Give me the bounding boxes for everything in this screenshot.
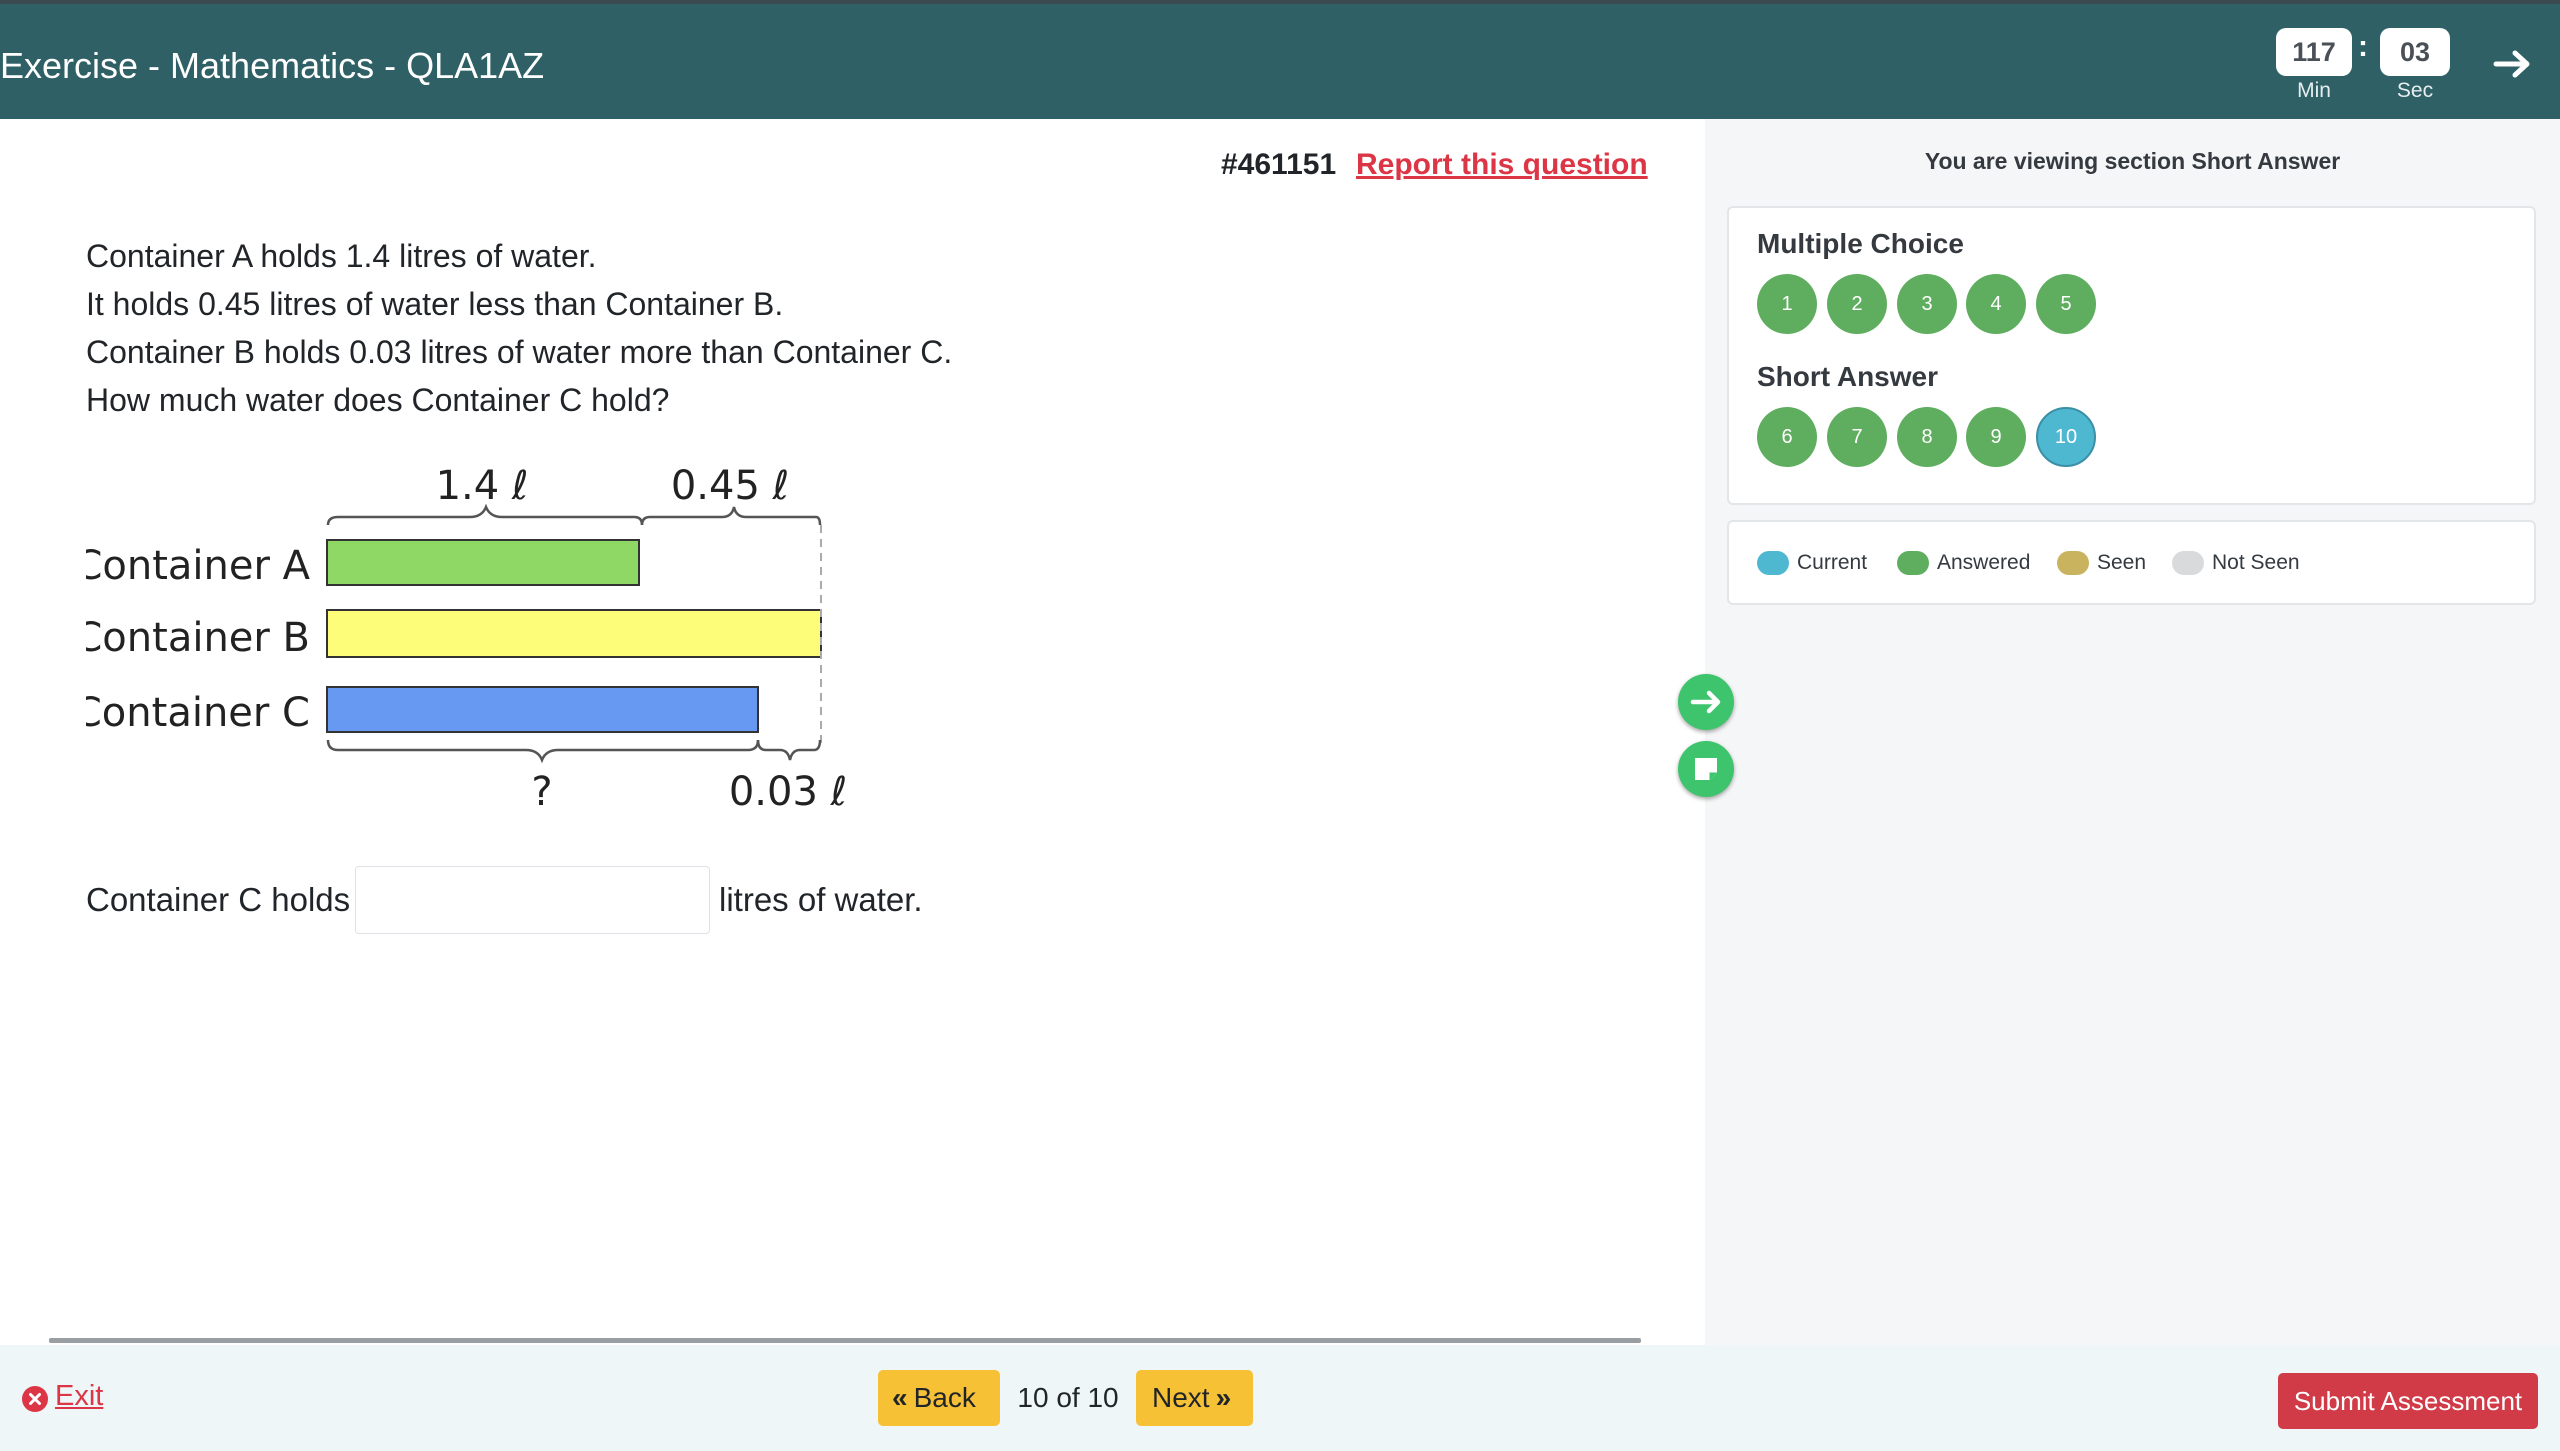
legend-label: Answered	[1937, 551, 2031, 574]
double-chevron-left-icon: «	[892, 1382, 908, 1413]
question-line: Container A holds 1.4 litres of water.	[86, 238, 597, 274]
legend-label: Seen	[2097, 551, 2147, 574]
question-line: It holds 0.45 litres of water less than …	[86, 286, 784, 322]
legend-seen: Seen	[2057, 551, 2146, 575]
label-container-a: Container A	[86, 543, 311, 589]
legend-current: Current	[1757, 551, 1867, 575]
question-line: How much water does Container C hold?	[86, 382, 670, 418]
top-left-value: 1.4 ℓ	[436, 463, 529, 509]
legend-label: Not Seen	[2212, 551, 2300, 574]
report-question-link[interactable]: Report this question	[1356, 148, 1648, 182]
top-right-brace	[640, 506, 822, 526]
question-nav-3[interactable]: 3	[1897, 274, 1957, 334]
bar-container-c	[326, 686, 759, 733]
question-nav-5[interactable]: 5	[2036, 274, 2096, 334]
question-nav-1[interactable]: 1	[1757, 274, 1817, 334]
question-nav-2[interactable]: 2	[1827, 274, 1887, 334]
bottom-right-value: 0.03 ℓ	[729, 769, 847, 815]
top-left-brace	[326, 503, 644, 526]
legend-swatch-current	[1757, 551, 1789, 575]
question-nav-6[interactable]: 6	[1757, 407, 1817, 467]
answer-input[interactable]	[355, 866, 710, 934]
legend-not-seen: Not Seen	[2172, 551, 2300, 575]
question-nav-7[interactable]: 7	[1827, 407, 1887, 467]
legend-swatch-answered	[1897, 551, 1929, 575]
arrow-right-icon	[1690, 690, 1721, 714]
bar-container-a	[326, 539, 640, 586]
double-chevron-right-icon: »	[1215, 1382, 1232, 1413]
question-nav-9[interactable]: 9	[1966, 407, 2026, 467]
exercise-title: Exercise - Mathematics - QLA1AZ	[0, 45, 545, 86]
content-divider	[49, 1338, 1641, 1343]
page-counter: 10 of 10	[1017, 1382, 1119, 1413]
answer-suffix: litres of water.	[719, 881, 923, 918]
bottom-left-value: ?	[531, 769, 552, 815]
timer-minutes: 117	[2276, 28, 2352, 76]
legend-label: Current	[1797, 551, 1868, 574]
legend-swatch-not-seen	[2172, 551, 2204, 575]
question-nav-10-current[interactable]: 10	[2036, 407, 2096, 467]
top-right-value: 0.45 ℓ	[671, 463, 789, 509]
label-container-c: Container C	[86, 690, 310, 736]
legend-swatch-seen	[2057, 551, 2089, 575]
bar-container-b	[326, 609, 822, 658]
question-text: Container A holds 1.4 litres of water. I…	[86, 232, 952, 424]
section-title-short-answer: Short Answer	[1757, 361, 1938, 392]
question-id: #461151	[1221, 148, 1337, 181]
question-nav-4[interactable]: 4	[1966, 274, 2026, 334]
arrow-right-icon[interactable]	[2488, 40, 2536, 88]
next-label: Next	[1152, 1382, 1210, 1413]
timer-min-label: Min	[2297, 79, 2331, 102]
app-header: Exercise - Mathematics - QLA1AZ 117 : 03…	[0, 4, 2560, 119]
bar-model-diagram: 1.4 ℓ 0.45 ℓ Container A Container B Con…	[74, 455, 866, 840]
notes-button[interactable]	[1678, 741, 1734, 797]
sticky-note-icon	[1695, 758, 1717, 780]
back-button[interactable]: «Back	[878, 1370, 1000, 1426]
timer-seconds: 03	[2380, 28, 2450, 76]
question-line: Container B holds 0.03 litres of water m…	[86, 334, 953, 370]
collapse-sidebar-button[interactable]	[1678, 674, 1734, 730]
viewing-section-text: You are viewing section Short Answer	[1924, 148, 2341, 174]
next-button[interactable]: Next»	[1136, 1370, 1253, 1426]
timer-separator: :	[2358, 30, 2368, 63]
submit-assessment-button[interactable]: Submit Assessment	[2278, 1373, 2538, 1429]
bottom-left-brace	[326, 739, 760, 764]
section-title-multiple-choice: Multiple Choice	[1757, 228, 1964, 259]
answer-prefix: Container C holds	[86, 881, 351, 918]
timer-sec-label: Sec	[2396, 79, 2434, 102]
label-container-b: Container B	[86, 615, 310, 661]
legend-answered: Answered	[1897, 551, 2030, 575]
close-circle-icon	[22, 1386, 48, 1412]
bottom-right-brace	[756, 739, 822, 761]
question-nav-8[interactable]: 8	[1897, 407, 1957, 467]
back-label: Back	[913, 1382, 976, 1413]
exit-link[interactable]: Exit	[55, 1380, 103, 1413]
footer-bar	[0, 1345, 2560, 1451]
